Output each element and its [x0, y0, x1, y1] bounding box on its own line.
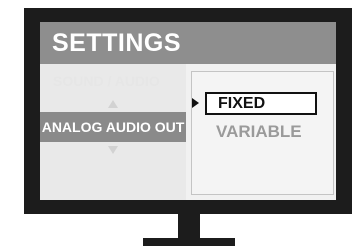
option-fixed[interactable]: FIXED	[205, 92, 317, 115]
tv-screen: SETTINGS SOUND / AUDIO ANALOG AUDIO OUT …	[40, 22, 336, 200]
right-pointer-icon	[192, 98, 199, 108]
up-arrow-icon	[108, 100, 118, 108]
menu-item-analog-audio-out[interactable]: ANALOG AUDIO OUT	[40, 112, 186, 142]
monitor-stand-base	[143, 238, 235, 246]
menu-title: SETTINGS	[52, 29, 182, 57]
option-variable[interactable]: VARIABLE	[216, 122, 302, 142]
settings-menu-list: SOUND / AUDIO ANALOG AUDIO OUT	[40, 64, 186, 200]
down-arrow-icon	[108, 146, 118, 154]
submenu-panel: FIXED VARIABLE	[191, 71, 334, 195]
menu-header: SETTINGS	[40, 22, 336, 64]
menu-item-sound-audio[interactable]: SOUND / AUDIO	[53, 73, 160, 89]
